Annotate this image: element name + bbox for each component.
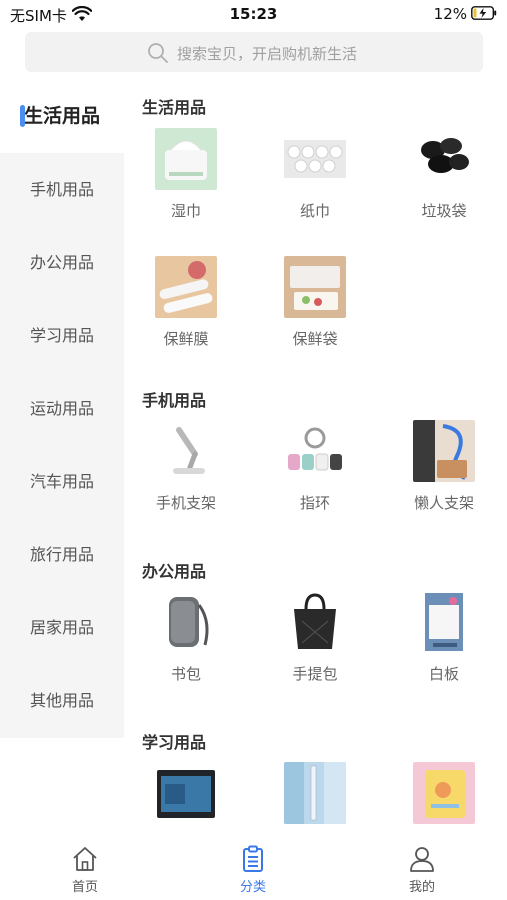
product-cling-film[interactable]: 保鲜膜 (136, 256, 236, 349)
product-tablet[interactable] (136, 762, 236, 826)
home-icon (73, 847, 97, 871)
tab-category[interactable]: 分类 (213, 844, 293, 895)
sidebar-item-label: 居家用品 (29, 618, 94, 637)
sidebar-item-daily-goods[interactable]: 生活用品 (0, 80, 124, 153)
section-title: 手机用品 (142, 391, 207, 410)
sidebar-item-study-supplies[interactable]: 学习用品 (0, 299, 124, 372)
freshness-bag-icon (284, 256, 346, 318)
product-trash-bag[interactable]: 垃圾袋 (394, 128, 494, 221)
product-whiteboard[interactable]: 白板 (394, 591, 494, 684)
sidebar-item-phone-accessories[interactable]: 手机用品 (0, 153, 124, 226)
tab-label: 我的 (408, 880, 435, 895)
battery-percent: 12% (433, 5, 467, 23)
tab-label: 首页 (71, 880, 98, 895)
whiteboard-icon (413, 591, 475, 653)
tablet-icon (155, 762, 217, 824)
tab-label: 分类 (239, 880, 266, 895)
sidebar-item-other-goods[interactable]: 其他用品 (0, 664, 124, 737)
profile-icon (410, 847, 434, 872)
sidebar-item-label: 其他用品 (29, 691, 94, 710)
handbag-icon (284, 591, 346, 653)
section-title: 生活用品 (142, 98, 207, 117)
sidebar-item-label: 旅行用品 (29, 545, 94, 564)
product-name: 保鲜膜 (163, 330, 209, 348)
pen-icon (284, 762, 346, 824)
sidebar-item-label: 运动用品 (29, 399, 94, 418)
sidebar-item-sports-goods[interactable]: 运动用品 (0, 372, 124, 445)
phone-stand-icon (155, 420, 217, 482)
search-bar[interactable]: 搜索宝贝，开启购机新生活 (25, 32, 483, 72)
product-content: 生活用品 湿巾 纸巾 垃圾袋 保鲜膜 保鲜袋 手机用品 手机支架 指环 懒人支架… (124, 80, 507, 826)
product-name: 懒人支架 (413, 494, 474, 512)
tab-home[interactable]: 首页 (45, 844, 125, 895)
product-backpack[interactable]: 书包 (136, 591, 236, 684)
product-name: 保鲜袋 (292, 330, 338, 348)
section-title: 学习用品 (142, 733, 207, 752)
product-handbag[interactable]: 手提包 (265, 591, 365, 684)
product-name: 湿巾 (170, 202, 201, 220)
product-lazy-stand[interactable]: 懒人支架 (394, 420, 494, 513)
sidebar-item-car-accessories[interactable]: 汽车用品 (0, 445, 124, 518)
sidebar-item-label: 办公用品 (29, 253, 94, 272)
sidebar-item-label: 汽车用品 (29, 472, 94, 491)
product-tissue[interactable]: 纸巾 (265, 128, 365, 221)
bottom-tab-bar: 首页 分类 我的 (0, 826, 507, 900)
product-ring-holder[interactable]: 指环 (265, 420, 365, 513)
product-name: 白板 (428, 665, 459, 683)
sidebar-item-office-supplies[interactable]: 办公用品 (0, 226, 124, 299)
product-name: 手机支架 (155, 494, 216, 512)
tab-profile[interactable]: 我的 (382, 844, 462, 895)
search-icon (148, 43, 168, 63)
battery-charging-icon (471, 6, 497, 20)
category-icon (243, 845, 263, 872)
clock: 15:23 (229, 5, 278, 23)
search-placeholder: 搜索宝贝，开启购机新生活 (177, 45, 358, 63)
product-phone-stand[interactable]: 手机支架 (136, 420, 236, 513)
sidebar-item-label: 学习用品 (29, 326, 94, 345)
active-indicator (20, 105, 25, 127)
sidebar-item-travel-goods[interactable]: 旅行用品 (0, 518, 124, 591)
product-name: 书包 (170, 665, 201, 683)
product-name: 指环 (299, 494, 330, 512)
sidebar-item-label: 手机用品 (29, 180, 94, 199)
trash-bag-icon (413, 128, 475, 190)
status-bar: 无SIM卡 15:23 12% (0, 0, 507, 28)
category-screen: 无SIM卡 15:23 12% 搜索宝贝，开启购机新生活 生活用品 手机用品 办… (0, 0, 507, 900)
sidebar-item-label: 生活用品 (23, 105, 100, 127)
product-name: 纸巾 (299, 202, 330, 220)
category-sidebar: 生活用品 手机用品 办公用品 学习用品 运动用品 汽车用品 旅行用品 居家用品 … (0, 80, 124, 738)
product-wet-wipes[interactable]: 湿巾 (136, 128, 236, 221)
wet-wipes-icon (155, 128, 217, 190)
cling-film-icon (155, 256, 217, 318)
lazy-stand-icon (413, 420, 475, 482)
product-pen[interactable] (265, 762, 365, 826)
notebook-icon (413, 762, 475, 824)
sidebar-item-home-goods[interactable]: 居家用品 (0, 591, 124, 664)
product-notebook[interactable] (394, 762, 494, 826)
tissue-icon (284, 128, 346, 190)
ring-holder-icon (284, 420, 346, 482)
backpack-icon (155, 591, 217, 653)
product-name: 垃圾袋 (421, 202, 467, 220)
product-freshness-bag[interactable]: 保鲜袋 (265, 256, 365, 349)
section-title: 办公用品 (142, 562, 207, 581)
product-name: 手提包 (292, 665, 338, 683)
